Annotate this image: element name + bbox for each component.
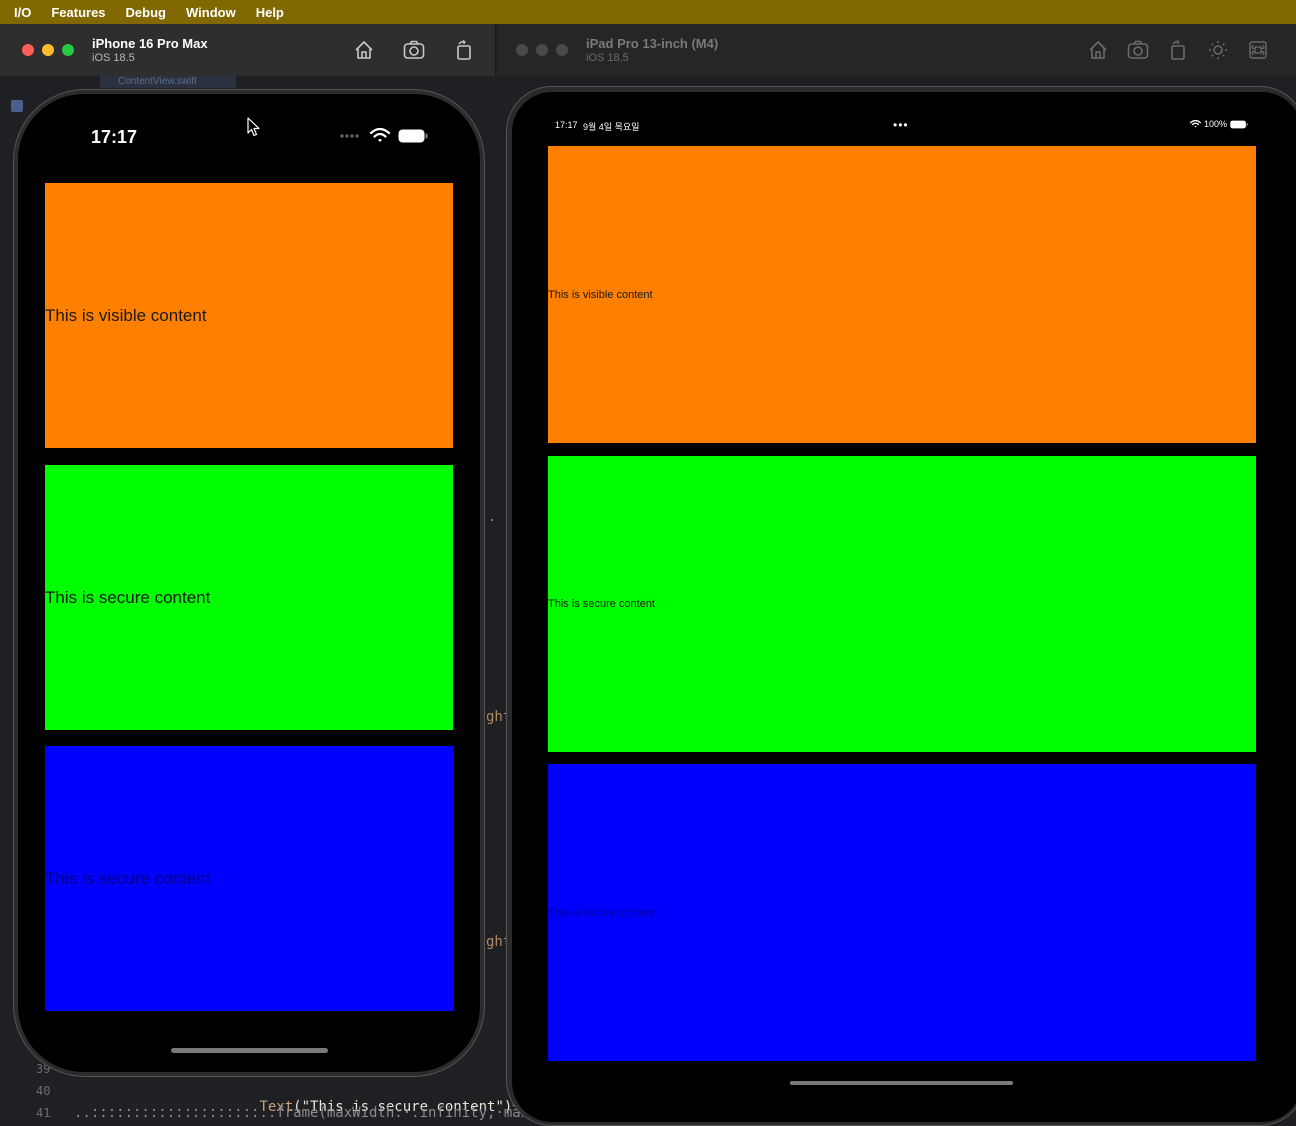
iphone-status-icons xyxy=(340,128,428,143)
zoom-button[interactable] xyxy=(62,44,74,56)
home-icon[interactable] xyxy=(352,38,376,62)
simulator-device-name: iPhone 16 Pro Max xyxy=(92,35,208,51)
ipad-secure-content-block-blue: This is secure content xyxy=(548,764,1256,1061)
iphone-secure-content-block-green: This is secure content xyxy=(45,465,453,730)
simulator-toolbar xyxy=(352,38,476,62)
window-controls-inactive xyxy=(516,44,568,56)
menu-help[interactable]: Help xyxy=(256,5,284,20)
ipad-visible-content-block: This is visible content xyxy=(548,146,1256,443)
ipad-status-date: 9월 4일 목요일 xyxy=(583,122,640,132)
ipad-status-time: 17:17 xyxy=(555,120,578,130)
wifi-icon xyxy=(370,128,390,142)
iphone-secure-content-label-green: This is secure content xyxy=(45,587,211,607)
screenshot-icon[interactable] xyxy=(1126,38,1150,62)
ipad-simulator-titlebar: iPad Pro 13-inch (M4) iOS 18.5 xyxy=(497,24,1296,76)
iphone-home-indicator[interactable] xyxy=(171,1048,328,1053)
ipad-secure-content-label-green: This is secure content xyxy=(548,598,655,610)
line-number-40: 40 xyxy=(36,1084,51,1098)
ipad-secure-content-block-green: This is secure content xyxy=(548,456,1256,752)
menu-io[interactable]: I/O xyxy=(14,5,31,20)
iphone-secure-content-label-blue: This is secure content xyxy=(45,868,211,888)
ipad-secure-content-label-blue: This is secure content xyxy=(548,906,655,919)
iphone-visible-content-label: This is visible content xyxy=(45,305,207,325)
iphone-visible-content-block: This is visible content xyxy=(45,183,453,448)
rotate-icon[interactable] xyxy=(1166,38,1190,62)
iphone-status-time: 17:17 xyxy=(91,127,138,147)
menu-window[interactable]: Window xyxy=(186,5,236,20)
iphone-secure-content-block-blue: This is secure content xyxy=(45,746,454,1011)
close-button[interactable] xyxy=(22,44,34,56)
minimize-button[interactable] xyxy=(42,44,54,56)
simulator-title: iPhone 16 Pro Max iOS 18.5 xyxy=(92,36,352,65)
appearance-icon[interactable] xyxy=(1206,38,1230,62)
home-icon[interactable] xyxy=(1086,38,1110,62)
close-button[interactable] xyxy=(516,44,528,56)
simulator-title: iPad Pro 13-inch (M4) iOS 18.5 xyxy=(586,36,1086,65)
simulator-toolbar xyxy=(1086,38,1270,62)
battery-icon xyxy=(1230,120,1248,128)
zoom-button[interactable] xyxy=(556,44,568,56)
menu-debug[interactable]: Debug xyxy=(126,5,166,20)
xcode-navigator-icon[interactable] xyxy=(11,100,23,112)
ipad-battery-percent: 100% xyxy=(1204,119,1228,129)
cellular-signal-icon xyxy=(340,133,359,138)
simulator-os-version: iOS 18.5 xyxy=(586,51,629,64)
rotate-icon[interactable] xyxy=(452,38,476,62)
window-controls xyxy=(22,44,74,56)
minimize-button[interactable] xyxy=(536,44,548,56)
battery-icon xyxy=(398,129,428,142)
code-line-41[interactable]: ........................frame(maxWidth:·… xyxy=(74,1105,571,1121)
command-icon[interactable] xyxy=(1246,38,1270,62)
screenshot-icon[interactable] xyxy=(402,38,426,62)
menu-features[interactable]: Features xyxy=(51,5,105,20)
ipad-home-indicator[interactable] xyxy=(790,1081,1013,1085)
xcode-file-tab[interactable]: ContentView.swift xyxy=(100,76,236,88)
ipad-status-right: 100% xyxy=(1190,119,1248,129)
ipad-multitasking-dots-icon[interactable]: ••• xyxy=(893,118,909,132)
ipad-visible-content-label: This is visible content xyxy=(548,288,653,301)
simulator-os-version: iOS 18.5 xyxy=(92,51,135,64)
iphone-simulator-titlebar: iPhone 16 Pro Max iOS 18.5 xyxy=(0,24,496,76)
menu-bar: I/O Features Debug Window Help xyxy=(0,0,1296,24)
wifi-icon xyxy=(1190,120,1201,128)
simulator-device-name: iPad Pro 13-inch (M4) xyxy=(586,35,719,51)
mouse-cursor-icon xyxy=(247,117,260,137)
